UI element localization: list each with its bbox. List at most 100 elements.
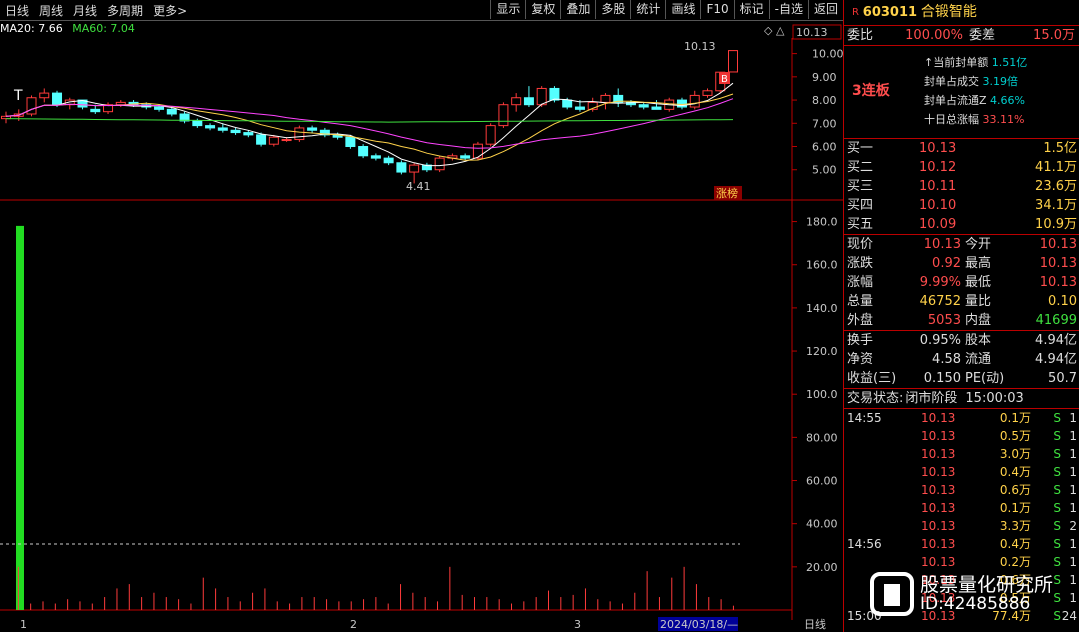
weibi-value: 100.00% [905,28,963,43]
quote-row: 总量 46752 量比 0.10 [847,294,1077,309]
candle [562,99,573,108]
candle [383,157,394,164]
multi-stock-button[interactable]: 多股 [595,0,630,19]
tick-row: 14:56 10.13 0.4万 S 1 [847,537,1077,551]
buy-level-row[interactable]: 买一 10.13 1.5亿 [844,139,1079,158]
watchlist-button[interactable]: -自选 [768,0,808,19]
quote-panel: R 603011 合锻智能 委比 100.00% 委差 15.0万 3连板 ↑当… [843,0,1079,632]
f10-button[interactable]: F10 [700,0,733,19]
tick-row: 10.13 0.5万 S 1 [921,429,1077,443]
candle [281,139,292,142]
candle [472,143,483,159]
date-cursor: 2024/03/18/— [660,618,738,631]
stats-button[interactable]: 统计 [630,0,665,19]
candle [689,94,700,108]
quote-row: 涨幅 9.99% 最低 10.13 [847,275,1077,290]
candle [192,120,203,127]
back-button[interactable]: 返回 [807,0,843,19]
volume-tick: 100.0 [806,388,838,401]
tick-row: 10.13 3.0万 S 1 [921,447,1077,461]
stock-name: 合锻智能 [920,4,977,20]
watermark-logo-icon [870,572,914,616]
fund-row: 净资 4.58 流通 4.94亿 [847,352,1077,367]
price-tick: 6.00 [812,141,837,154]
volume-tick: 60.00 [806,475,838,488]
adjust-button[interactable]: 复权 [525,0,560,19]
month-1-label: 1 [20,618,27,631]
period-label: 日线 [804,617,826,631]
tab-multi-period[interactable]: 多周期 [102,2,148,19]
limit-up-tag[interactable]: 涨榜 [716,186,738,200]
volume-tick: 20.00 [806,561,838,574]
tab-more[interactable]: 更多> [148,2,192,19]
stock-header: R 603011 合锻智能 [844,0,1079,25]
watermark-line1: 股票量化研究所 [920,574,1054,596]
weibi-label: 委比 [847,28,874,43]
ma10-line [5,93,734,161]
candle [217,127,228,131]
price-tick: 10.00 [812,48,843,61]
watermark-line2: ID:42485886 [920,594,1031,614]
kline-chart[interactable]: 10.009.008.007.006.005.00 180.0160.0140.… [0,20,843,632]
ma20-line [5,98,734,149]
overlay-button[interactable]: 叠加 [560,0,595,19]
watermark: 股票量化研究所 ID:42485886 [870,570,1079,630]
seal-item: 封单占成交 3.19倍 [924,75,1018,88]
ma5-line [5,82,734,167]
candle [498,104,509,127]
candle [460,155,471,159]
price-tick: 8.00 [812,94,837,107]
candle [511,97,522,106]
volume-bar [16,225,24,611]
candle [26,97,37,115]
tab-daily[interactable]: 日线 [0,2,34,19]
buy-level-row[interactable]: 买三 10.11 23.6万 [844,177,1079,196]
candle [651,106,662,110]
triangle-up-icon[interactable]: △ [776,24,785,37]
candle [154,106,165,110]
weicha-label: 委差 [969,28,996,43]
candle [370,155,381,159]
candle [166,108,177,115]
high-label: 10.13 [684,40,716,53]
candle [230,129,241,134]
diamond-icon[interactable]: ◇ [764,24,773,37]
candle [638,104,649,108]
candle [409,164,420,173]
buy-level-row[interactable]: 买四 10.10 34.1万 [844,196,1079,215]
candle [523,97,534,106]
fundamentals: 换手 0.95% 股本 4.94亿 净资 4.58 流通 4.94亿 收益(三) 0.150 PE(… [844,330,1079,388]
seal-info: 3连板 ↑当前封单额 1.51亿 封单占成交 3.19倍 封单占流通Z 4.66… [844,45,1079,138]
tick-row: 10.13 0.4万 S 1 [921,465,1077,479]
quote-grid: 现价 10.13 今开 10.13 涨跌 0.92 最高 10.13 涨幅 9.99% 最低 10.1… [844,234,1079,330]
candle [728,50,738,73]
tab-weekly[interactable]: 周线 [34,2,68,19]
weicha-value: 15.0万 [1033,28,1075,43]
t-marker: T [13,88,23,104]
candle [434,157,445,171]
stock-code: 603011 [862,5,918,20]
draw-button[interactable]: 画线 [665,0,700,19]
candle [536,87,547,106]
mark-button[interactable]: 标记 [733,0,769,19]
volume-tick: 80.00 [806,431,838,444]
candle [358,146,369,157]
buy-level-row[interactable]: 买五 10.09 10.9万 [844,215,1079,234]
consecutive-limit-label: 3连板 [852,83,890,99]
seal-item: 封单占流通Z 4.66% [924,94,1025,107]
candle [268,136,279,145]
buy-orders: 买一 10.13 1.5亿 买二 10.12 41.1万 买三 10.11 23.6万 买四 10.… [844,138,1079,234]
display-button[interactable]: 显示 [490,0,525,19]
wei-row: 委比 100.00% 委差 15.0万 [844,25,1079,45]
volume-tick: 140.0 [806,302,838,315]
tab-monthly[interactable]: 月线 [68,2,102,19]
quote-row: 现价 10.13 今开 10.13 [847,237,1077,252]
candle [485,125,496,145]
buy-level-row[interactable]: 买二 10.12 41.1万 [844,158,1079,177]
candle [574,106,585,110]
candle [115,101,126,106]
candle [90,108,101,113]
candle [205,125,216,129]
tick-row: 10.13 0.1万 S 1 [921,501,1077,515]
b-marker: B [721,74,728,85]
